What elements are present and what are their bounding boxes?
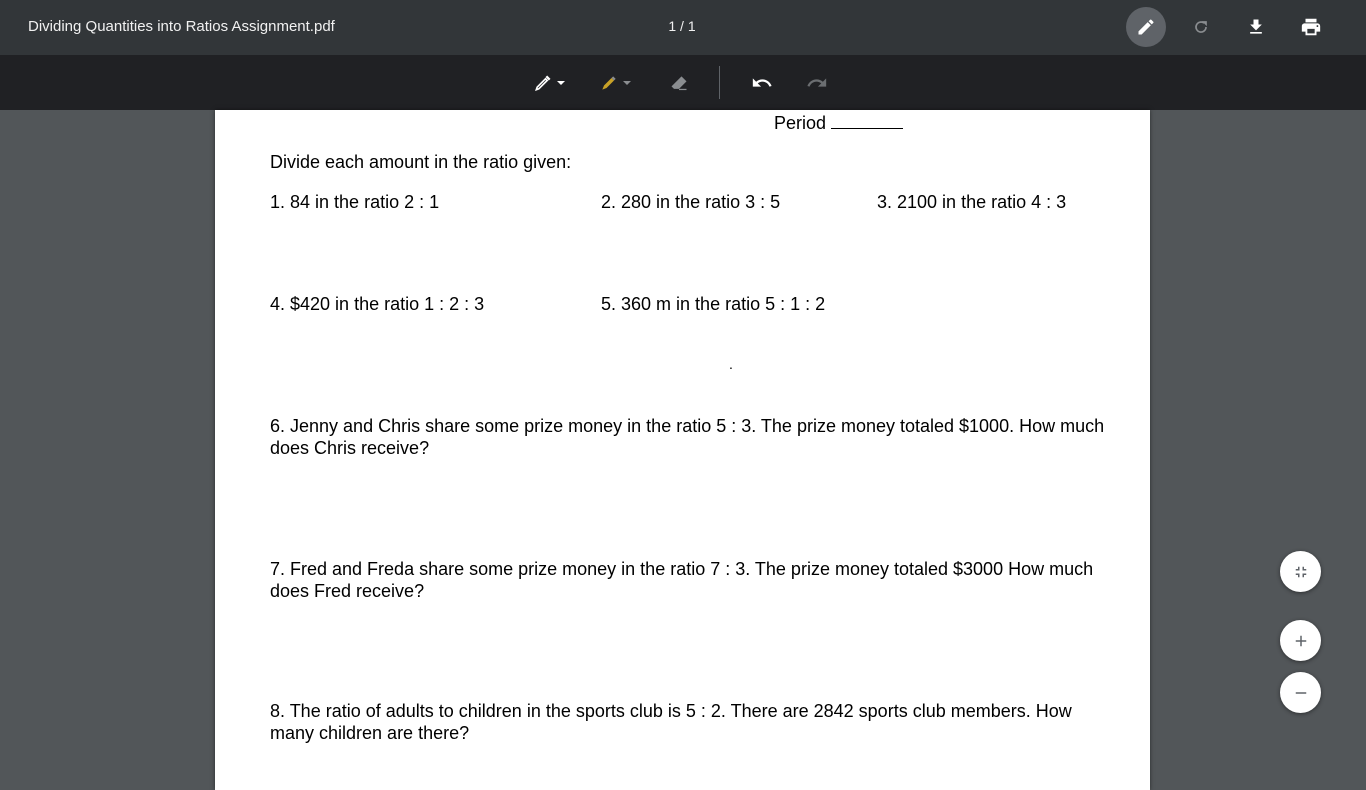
problem-1: 1. 84 in the ratio 2 : 1	[270, 192, 440, 212]
highlighter-tool-button[interactable]	[594, 67, 638, 99]
pen-tool-button[interactable]	[528, 67, 572, 99]
redo-icon	[807, 78, 827, 87]
chevron-down-icon	[557, 81, 565, 85]
download-icon	[1250, 19, 1262, 34]
period-label: Period	[774, 113, 827, 133]
pdf-page: Period Divide each amount in the ratio g…	[215, 110, 1150, 790]
top-toolbar: Dividing Quantities into Ratios Assignme…	[0, 0, 1366, 55]
undo-button[interactable]	[747, 67, 777, 99]
fit-to-page-button[interactable]	[1280, 551, 1321, 592]
period-blank-line	[831, 112, 904, 129]
zoom-out-icon	[1295, 691, 1306, 694]
pen-icon	[535, 75, 551, 91]
annotate-button[interactable]	[1126, 7, 1166, 47]
eraser-icon	[671, 76, 687, 91]
problem-2: 2. 280 in the ratio 3 : 5	[601, 192, 781, 212]
undo-icon	[752, 78, 772, 87]
word-problem-8: 8. The ratio of adults to children in th…	[270, 701, 1072, 743]
period-field: Period	[774, 112, 904, 134]
zoom-in-icon	[1295, 635, 1306, 646]
problem-3: 3. 2100 in the ratio 4 : 3	[877, 192, 1067, 212]
document-title: Dividing Quantities into Ratios Assignme…	[28, 18, 335, 35]
fit-to-page-icon	[1295, 566, 1306, 577]
zoom-in-button[interactable]	[1280, 620, 1321, 661]
highlighter-icon	[602, 76, 616, 90]
eraser-tool-button[interactable]	[664, 67, 694, 99]
annotation-toolbar	[0, 55, 1366, 110]
problem-5: 5. 360 m in the ratio 5 : 1 : 2	[601, 294, 826, 314]
download-button[interactable]	[1236, 7, 1276, 47]
instructions: Divide each amount in the ratio given:	[270, 152, 572, 172]
pencil-icon	[1138, 19, 1154, 35]
word-problem-6: 6. Jenny and Chris share some prize mone…	[270, 416, 1105, 458]
zoom-out-button[interactable]	[1280, 672, 1321, 713]
redo-button[interactable]	[802, 67, 832, 99]
print-icon	[1301, 18, 1321, 36]
word-problem-7: 7. Fred and Freda share some prize money…	[270, 559, 1094, 601]
toolbar-divider	[719, 66, 720, 99]
stray-dot: .	[729, 356, 733, 372]
chevron-down-icon	[623, 81, 631, 85]
problem-4: 4. $420 in the ratio 1 : 2 : 3	[270, 294, 485, 314]
rotate-button[interactable]	[1181, 7, 1221, 47]
rotate-icon	[1195, 21, 1207, 33]
page-indicator: 1 / 1	[668, 18, 696, 34]
print-button[interactable]	[1291, 7, 1331, 47]
